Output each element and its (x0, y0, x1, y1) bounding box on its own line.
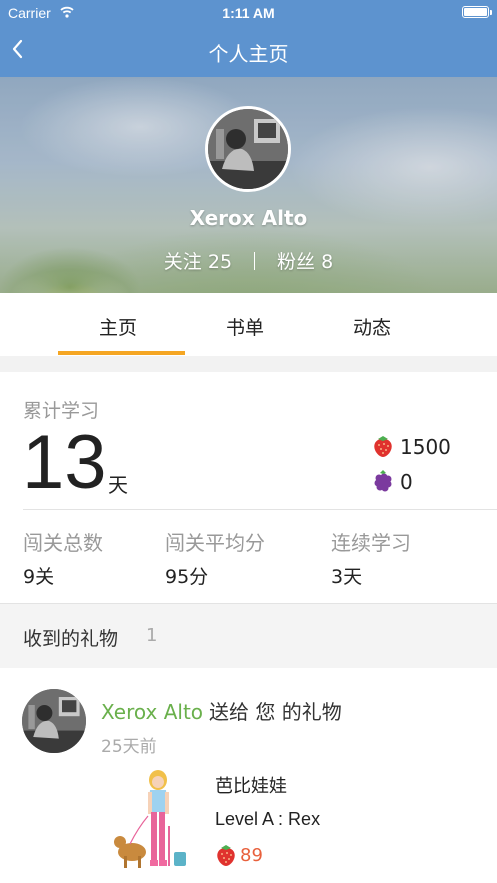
section-gap (0, 356, 497, 373)
followers-link[interactable]: 粉丝 8 (277, 251, 333, 273)
avatar-photo (22, 689, 86, 753)
profile-name: Xerox Alto (189, 206, 308, 230)
profile-avatar[interactable] (205, 106, 291, 192)
divider (254, 252, 256, 270)
following-label: 关注 (163, 251, 202, 273)
gifts-count: 1 (146, 625, 158, 646)
profile-header: Xerox Alto 关注 25 粉丝 8 (0, 77, 497, 293)
gift-time: 25天前 (101, 737, 157, 757)
followers-count: 8 (321, 251, 334, 273)
page-title: 个人主页 (208, 42, 289, 66)
stat-label: 闯关平均分 (165, 531, 265, 555)
status-time: 1:11 AM (222, 5, 275, 21)
gifts-section-header: 收到的礼物 1 (0, 603, 497, 669)
gift-name: 芭比娃娃 (215, 776, 287, 797)
blackberry-count: 0 (400, 470, 413, 494)
sender-avatar[interactable] (22, 689, 86, 753)
tab-activity[interactable]: 动态 (353, 313, 391, 340)
stat-total-levels: 闯关总数 9关 (23, 527, 103, 589)
active-tab-indicator (58, 351, 185, 355)
learning-stats: 累计学习 13 天 1500 0 闯关总数 9关 闯关平均分 95分 连续学习 … (0, 372, 497, 602)
tab-booklist[interactable]: 书单 (226, 313, 264, 340)
stat-value: 9关 (23, 566, 55, 588)
gift-message: Xerox Alto 送给 您 的礼物 (101, 696, 342, 725)
cumulative-label: 累计学习 (23, 400, 100, 422)
strawberry-icon (217, 845, 235, 866)
strawberry-count: 1500 (400, 435, 451, 459)
sender-name[interactable]: Xerox Alto (101, 700, 203, 724)
tab-home[interactable]: 主页 (99, 313, 137, 340)
days-unit: 天 (108, 473, 128, 497)
gift-message-text: 送给 您 的礼物 (209, 700, 342, 724)
stat-value: 95分 (165, 566, 209, 588)
gifts-title: 收到的礼物 (23, 628, 119, 650)
nav-bar: 个人主页 (0, 26, 497, 77)
blackberry-icon (374, 470, 392, 492)
tab-bar: 主页 书单 动态 (0, 293, 497, 357)
barbie-doll-image (114, 770, 186, 868)
stat-streak: 连续学习 3天 (331, 527, 411, 589)
days-count: 13 (22, 420, 107, 505)
status-bar: Carrier 1:11 AM (0, 0, 497, 26)
stat-label: 连续学习 (331, 531, 411, 555)
following-count: 25 (207, 251, 233, 273)
stat-value: 3天 (331, 566, 363, 588)
stat-average-score: 闯关平均分 95分 (165, 527, 265, 589)
following-link[interactable]: 关注 25 (164, 251, 232, 273)
battery-icon (462, 6, 492, 18)
strawberry-icon (374, 436, 392, 457)
gift-item[interactable]: Xerox Alto 送给 您 的礼物 25天前 芭比娃娃 Level A : R… (0, 668, 497, 883)
followers-label: 粉丝 (277, 251, 316, 273)
avatar-photo (208, 109, 288, 189)
stats-divider (23, 509, 497, 510)
gift-level: Level A : Rex (215, 809, 321, 829)
stat-label: 闯关总数 (23, 531, 103, 555)
follow-stats: 关注 25 粉丝 8 (0, 247, 497, 274)
gift-price: 89 (240, 845, 263, 866)
